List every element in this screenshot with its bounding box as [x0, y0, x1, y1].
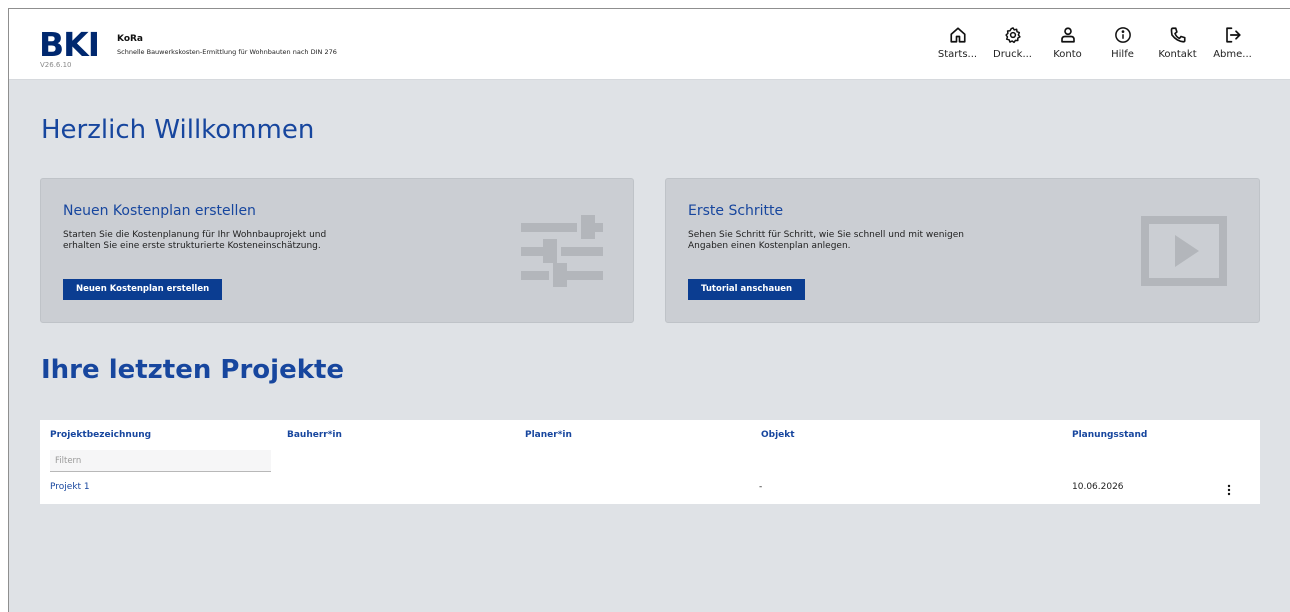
more-options-icon[interactable] [1226, 484, 1232, 496]
top-header: BKI V26.6.10 KoRa Schnelle Bauwerkskoste… [9, 9, 1290, 80]
filter-input[interactable] [50, 450, 271, 472]
home-icon [949, 27, 966, 43]
projects-table: Projektbezeichnung Bauherr*in Planer*in … [40, 420, 1260, 504]
column-header-planungsstand[interactable]: Planungsstand [1072, 430, 1147, 440]
new-plan-card: Neuen Kostenplan erstellen Starten Sie d… [40, 178, 634, 323]
project-name-link[interactable]: Projekt 1 [50, 482, 90, 492]
project-objekt: - [759, 482, 763, 492]
column-header-projektbezeichnung[interactable]: Projektbezeichnung [50, 430, 151, 440]
sliders-icon [521, 215, 603, 287]
logout-icon [1225, 27, 1241, 43]
column-header-objekt[interactable]: Objekt [761, 430, 795, 440]
nav-label: Konto [1053, 49, 1082, 60]
nav-label: Druck... [993, 49, 1032, 60]
column-header-bauherr[interactable]: Bauherr*in [287, 430, 342, 440]
recent-projects-title: Ihre letzten Projekte [41, 355, 345, 385]
nav-account[interactable]: Konto [1040, 26, 1095, 60]
top-nav: Starts... Druck... Konto Hilfe Kontakt A… [930, 26, 1260, 60]
nav-label: Abme... [1213, 49, 1252, 60]
user-icon [1060, 27, 1075, 43]
nav-label: Starts... [937, 49, 978, 60]
new-plan-button[interactable]: Neuen Kostenplan erstellen [63, 279, 223, 300]
card-text: Starten Sie die Kostenplanung für Ihr Wo… [63, 230, 327, 251]
column-header-planer[interactable]: Planer*in [525, 430, 572, 440]
project-planungsstand: 10.06.2026 [1072, 482, 1124, 492]
app-window: BKI V26.6.10 KoRa Schnelle Bauwerkskoste… [8, 8, 1290, 612]
nav-start[interactable]: Starts... [930, 26, 985, 60]
nav-contact[interactable]: Kontakt [1150, 26, 1205, 60]
page-title: Herzlich Willkommen [41, 115, 315, 145]
tutorial-button[interactable]: Tutorial anschauen [688, 279, 806, 300]
card-text: Sehen Sie Schritt für Schritt, wie Sie s… [688, 230, 964, 251]
card-title: Neuen Kostenplan erstellen [63, 203, 256, 219]
nav-label: Hilfe [1111, 49, 1134, 60]
version-label: V26.6.10 [40, 61, 72, 69]
info-icon [1114, 27, 1131, 43]
bki-logo[interactable]: BKI [39, 28, 100, 61]
nav-label: Kontakt [1158, 49, 1197, 60]
gear-icon [1004, 27, 1021, 44]
app-subtitle: Schnelle Bauwerkskosten-Ermittlung für W… [117, 48, 337, 56]
nav-help[interactable]: Hilfe [1095, 26, 1150, 60]
first-steps-card: Erste Schritte Sehen Sie Schritt für Sch… [665, 178, 1260, 323]
phone-icon [1170, 27, 1186, 43]
nav-print[interactable]: Druck... [985, 26, 1040, 60]
video-play-icon [1141, 216, 1227, 286]
nav-logout[interactable]: Abme... [1205, 26, 1260, 60]
card-title: Erste Schritte [688, 203, 784, 219]
app-name: KoRa [117, 34, 144, 44]
